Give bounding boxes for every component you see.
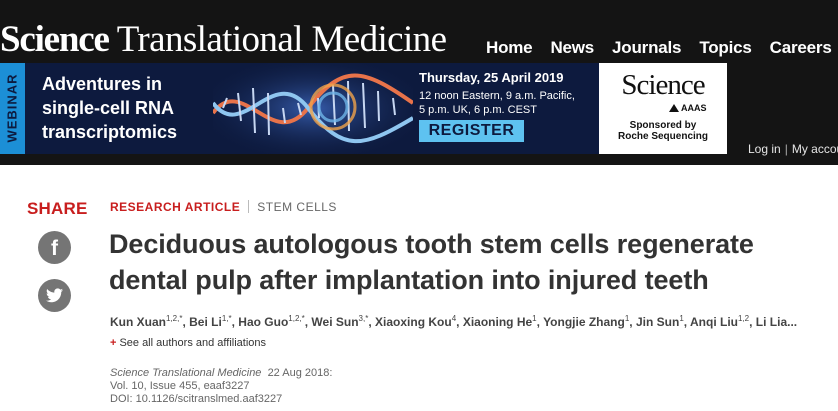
sponsor-line: Sponsored by: [629, 120, 697, 131]
author-affiliation: 1: [624, 314, 630, 323]
author-name[interactable]: Jin Sun1: [635, 314, 690, 329]
site-header: Science Translational Medicine Home News…: [0, 0, 838, 165]
author-name[interactable]: Hao Guo1,2,*: [238, 314, 311, 329]
see-all-authors-label: See all authors and affiliations: [119, 337, 266, 349]
citation-journal-line: Science Translational Medicine 22 Aug 20…: [110, 367, 332, 380]
ad-time-line: 5 p.m. UK, 6 p.m. CEST: [419, 104, 537, 116]
account-links: Log in| My accoun: [748, 142, 838, 156]
article-title-line: dental pulp after implantation into inju…: [109, 265, 709, 295]
author-affiliation: 3,*: [358, 314, 369, 323]
author-text: Anqi Liu: [690, 315, 738, 329]
article-subject[interactable]: STEM CELLS: [257, 200, 337, 214]
author-affiliation: 1: [532, 314, 537, 323]
ad-title-line: Adventures in: [42, 74, 163, 94]
author-text: Xiaoxing Kou: [375, 315, 452, 329]
login-link[interactable]: Log in: [748, 142, 781, 156]
divider: |: [784, 142, 788, 156]
twitter-bird-icon: [46, 288, 63, 303]
author-affiliation: 1,*: [221, 314, 232, 323]
ad-title-line: single-cell RNA: [42, 98, 175, 118]
author-name[interactable]: Wei Sun3,*: [311, 314, 375, 329]
author-name[interactable]: Xiaoning He1: [462, 314, 543, 329]
site-logo[interactable]: Science Translational Medicine: [0, 18, 447, 61]
see-all-authors-link[interactable]: + See all authors and affiliations: [110, 337, 266, 349]
citation-doi[interactable]: DOI: 10.1126/scitranslmed.aaf3227: [110, 393, 332, 406]
author-text: Yongjie Zhang: [543, 315, 625, 329]
facebook-glyph: f: [51, 237, 58, 260]
author-text: Li Lia...: [755, 315, 798, 329]
author-name[interactable]: Bei Li1,*: [189, 314, 238, 329]
author-affiliation: 1: [679, 314, 684, 323]
author-name[interactable]: Xiaoxing Kou4: [375, 314, 463, 329]
sponsor-text: Sponsored by Roche Sequencing: [599, 120, 727, 142]
main-nav: Home News Journals Topics Careers: [486, 38, 838, 58]
author-text: Wei Sun: [311, 315, 359, 329]
nav-journals[interactable]: Journals: [612, 38, 681, 58]
share-label: SHARE: [27, 199, 88, 218]
author-name[interactable]: Li Lia...: [756, 315, 797, 329]
author-name[interactable]: Anqi Liu1,2: [690, 314, 756, 329]
science-logo: Science: [621, 69, 705, 101]
article-title-line: Deciduous autologous tooth stem cells re…: [109, 229, 754, 259]
article-type[interactable]: RESEARCH ARTICLE: [110, 200, 240, 214]
author-affiliation: 4: [451, 314, 457, 323]
twitter-icon[interactable]: [38, 279, 71, 312]
ad-times: 12 noon Eastern, 9 a.m. Pacific, 5 p.m. …: [419, 89, 575, 117]
author-text: Bei Li: [189, 315, 222, 329]
citation-date: 22 Aug 2018:: [267, 367, 333, 379]
author-text: Jin Sun: [635, 315, 680, 329]
article-kicker: RESEARCH ARTICLE STEM CELLS: [110, 200, 337, 214]
register-button[interactable]: REGISTER: [419, 120, 524, 142]
author-affiliation: 1,2,*: [288, 314, 305, 323]
logo-journal-name: Translational Medicine: [108, 19, 447, 60]
ad-date: Thursday, 25 April 2019: [419, 70, 564, 85]
nav-home[interactable]: Home: [486, 38, 533, 58]
sponsor-line: Roche Sequencing: [617, 131, 708, 142]
ad-time-line: 12 noon Eastern, 9 a.m. Pacific,: [419, 90, 575, 102]
author-text: Hao Guo: [238, 315, 289, 329]
logo-science: Science: [0, 19, 110, 60]
webinar-tab: WEBINAR: [0, 63, 25, 154]
divider: [248, 200, 250, 213]
author-text: Xiaoning He: [462, 315, 533, 329]
sponsor-panel[interactable]: Science AAAS Sponsored by Roche Sequenci…: [599, 63, 727, 154]
author-affiliation: 1,2: [738, 314, 750, 323]
facebook-icon[interactable]: f: [38, 231, 71, 264]
citation-journal: Science Translational Medicine: [110, 367, 262, 379]
webinar-tab-label: WEBINAR: [4, 73, 20, 143]
author-list: Kun Xuan1,2,* Bei Li1,* Hao Guo1,2,* Wei…: [110, 314, 810, 332]
author-text: Kun Xuan: [110, 315, 166, 329]
nav-careers[interactable]: Careers: [770, 38, 832, 58]
author-name[interactable]: Kun Xuan1,2,*: [110, 314, 189, 329]
ad-title: Adventures in single-cell RNA transcript…: [42, 72, 217, 144]
ad-title-line: transcriptomics: [42, 122, 178, 142]
author-affiliation: 1,2,*: [166, 314, 183, 323]
author-name[interactable]: Yongjie Zhang1: [543, 314, 636, 329]
nav-topics[interactable]: Topics: [699, 38, 752, 58]
citation-block: Science Translational Medicine 22 Aug 20…: [110, 367, 332, 406]
nav-news[interactable]: News: [550, 38, 594, 58]
article-title: Deciduous autologous tooth stem cells re…: [109, 226, 809, 298]
citation-volume: Vol. 10, Issue 455, eaaf3227: [110, 380, 250, 392]
aaas-logo: AAAS: [669, 103, 707, 113]
my-account-link[interactable]: My accoun: [792, 142, 838, 156]
plus-icon: +: [110, 337, 117, 349]
rna-helix-artwork: [213, 63, 413, 154]
